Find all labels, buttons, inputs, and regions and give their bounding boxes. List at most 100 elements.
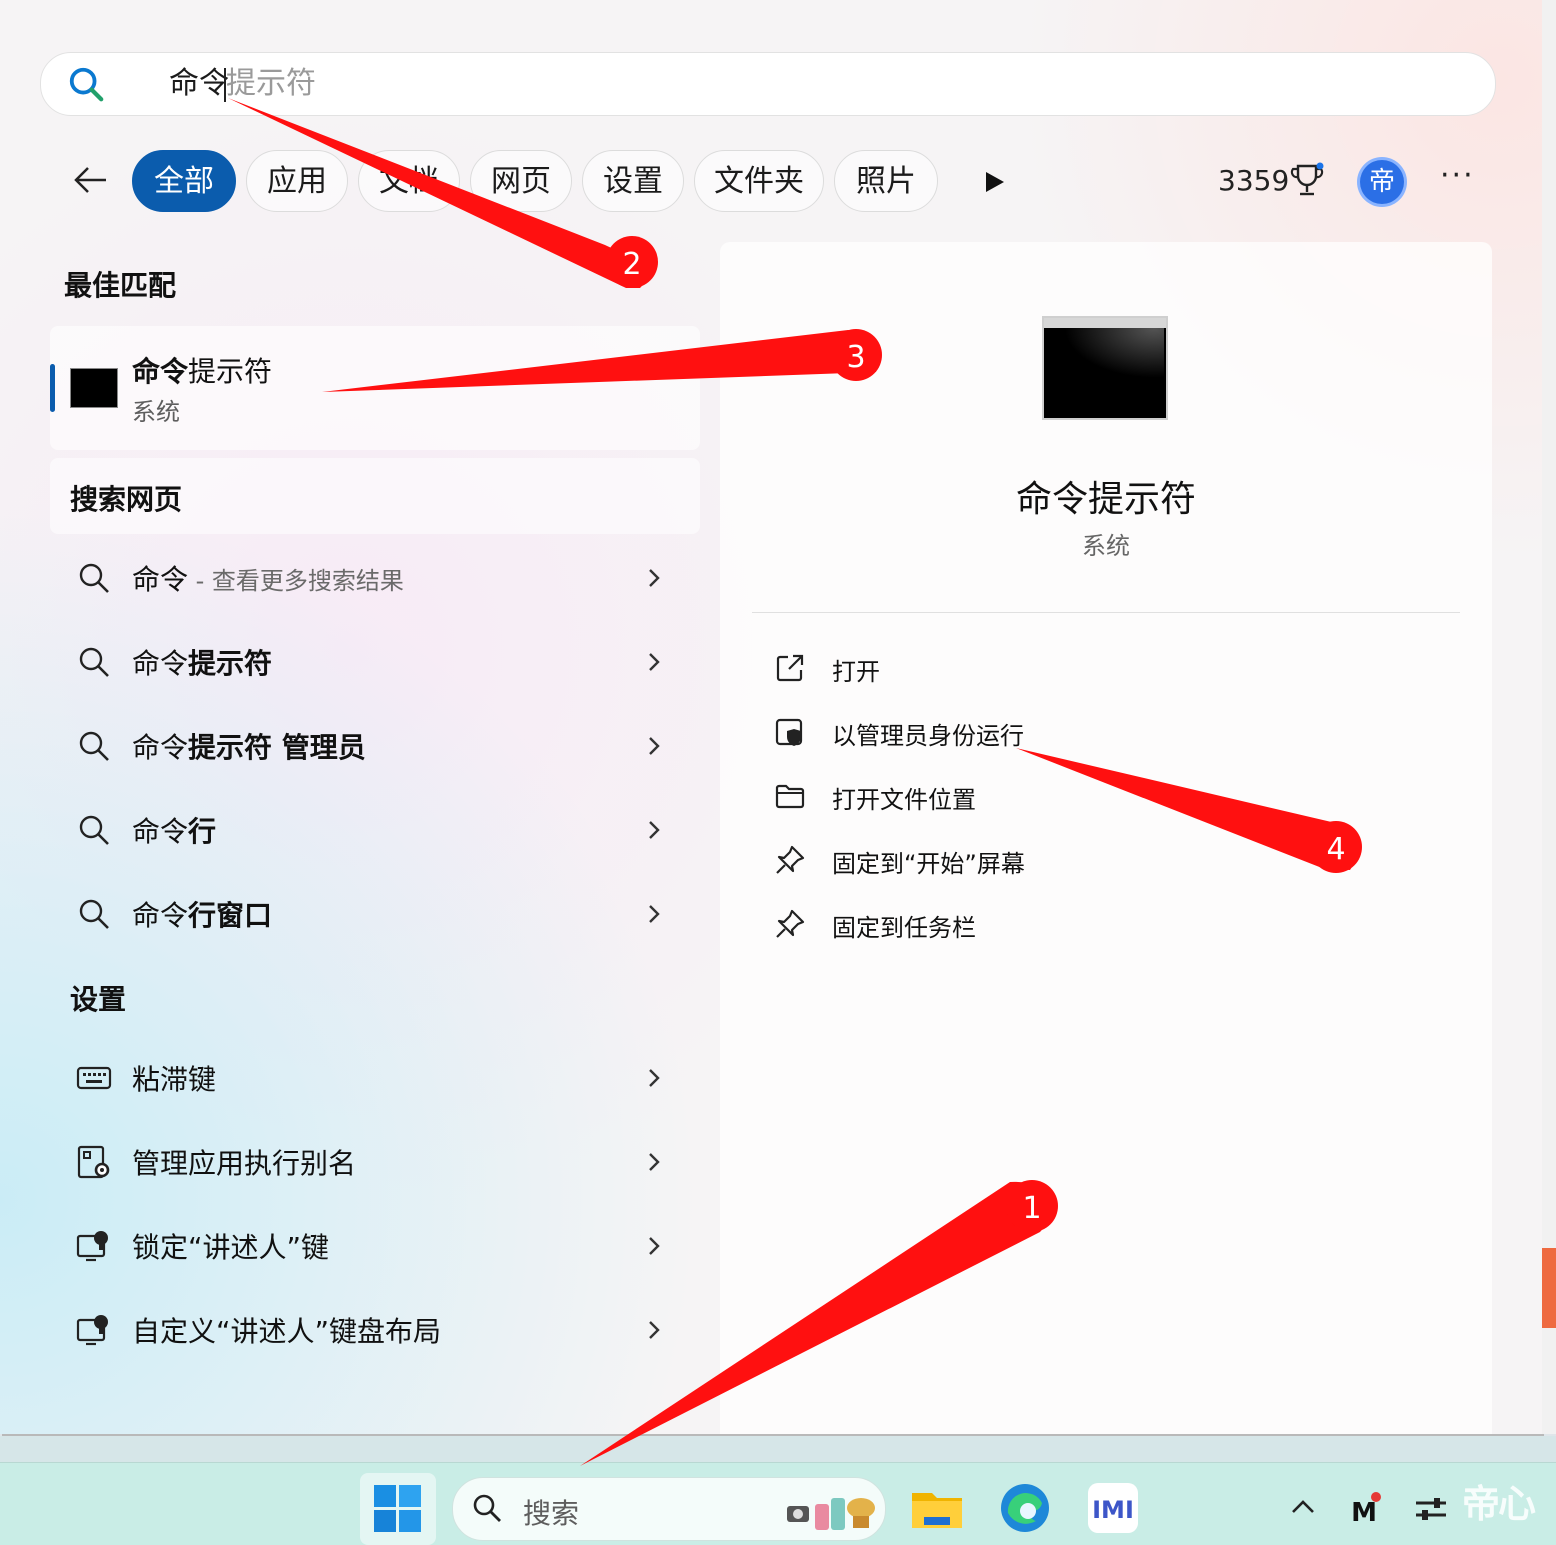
search-icon — [79, 563, 109, 593]
filter-tab-photos[interactable]: 照片 — [834, 150, 938, 212]
search-web-section: 搜索网页 — [50, 458, 700, 534]
action-label: 固定到任务栏 — [832, 914, 976, 942]
chevron-right-icon — [649, 653, 660, 671]
settings-item-label: 自定义“讲述人”键盘布局 — [132, 1315, 442, 1348]
back-arrow-icon[interactable] — [70, 160, 110, 200]
chevron-right-icon — [649, 821, 660, 839]
web-result-label: 命令提示符 管理员 — [132, 731, 366, 764]
settings-item-label: 管理应用执行别名 — [132, 1147, 357, 1180]
web-result-label: 命令提示符 — [132, 647, 273, 680]
windows-logo-icon — [374, 1485, 421, 1532]
best-match-name: 命令提示符 — [132, 355, 273, 388]
settings-item-sticky-keys[interactable]: 粘滞键 — [60, 1036, 700, 1120]
web-result-label: 命令 - 查看更多搜索结果 — [132, 563, 404, 596]
shield-admin-icon — [775, 718, 803, 746]
settings-item-label: 锁定“讲述人”键 — [132, 1231, 330, 1264]
quick-settings-icon[interactable] — [1414, 1495, 1448, 1523]
action-label: 打开 — [832, 658, 880, 686]
settings-section-title: 设置 — [70, 983, 127, 1016]
best-match-item[interactable]: 命令提示符 系统 — [50, 326, 700, 450]
action-pin-to-start[interactable]: 固定到“开始”屏幕 — [774, 838, 1374, 886]
search-icon — [69, 67, 104, 102]
filter-tab-web[interactable]: 网页 — [470, 150, 572, 212]
keyboard-icon — [76, 1066, 112, 1090]
pin-icon — [776, 845, 805, 874]
search-icon — [473, 1494, 501, 1522]
filter-tab-documents[interactable]: 文档 — [358, 150, 460, 212]
cmd-app-icon — [70, 368, 118, 408]
search-web-title: 搜索网页 — [70, 483, 183, 516]
filter-tab-apps[interactable]: 应用 — [246, 150, 348, 212]
chevron-right-icon — [649, 1069, 660, 1087]
chevron-right-icon — [649, 1153, 660, 1171]
file-explorer-icon[interactable] — [910, 1481, 964, 1535]
desktop-strip — [0, 1436, 1556, 1462]
background-accent — [1542, 1248, 1556, 1328]
search-icon — [79, 899, 109, 929]
filter-tab-settings[interactable]: 设置 — [582, 150, 684, 212]
action-label: 打开文件位置 — [832, 786, 976, 814]
narrator-icon — [76, 1231, 108, 1262]
app-settings-icon — [77, 1145, 110, 1179]
filter-tab-all[interactable]: 全部 — [132, 150, 236, 212]
action-pin-to-taskbar[interactable]: 固定到任务栏 — [774, 902, 1374, 950]
action-label: 以管理员身份运行 — [832, 722, 1024, 750]
open-external-icon — [776, 654, 804, 682]
chevron-right-icon — [649, 1321, 660, 1339]
web-result-item[interactable]: 命令提示符 管理员 — [60, 704, 700, 788]
action-run-as-admin[interactable]: 以管理员身份运行 — [774, 710, 1374, 758]
best-match-title: 最佳匹配 — [64, 269, 177, 302]
divider — [752, 612, 1460, 613]
ime-indicator-icon[interactable]: M — [1348, 1491, 1384, 1527]
detail-title: 命令提示符 — [1015, 479, 1196, 520]
pin-icon — [776, 909, 805, 938]
web-result-label: 命令行 — [132, 815, 217, 848]
search-query-text[interactable]: 命令 — [169, 65, 229, 103]
detail-pane: 命令提示符 系统 打开 以管理员身份运行 打开文件位置 固定到“开始”屏幕 固定… — [720, 242, 1492, 1434]
best-match-subtitle: 系统 — [132, 398, 180, 426]
search-highlight-icon — [787, 1498, 875, 1530]
rewards-points[interactable]: 3359 — [1218, 164, 1289, 197]
action-open[interactable]: 打开 — [774, 646, 1374, 694]
search-suggestion-text: 提示符 — [226, 66, 316, 101]
narrator-icon — [76, 1315, 108, 1346]
chevron-up-icon[interactable] — [1290, 1497, 1316, 1515]
web-result-item[interactable]: 命令行 — [60, 788, 700, 872]
settings-item-narrator-layout[interactable]: 自定义“讲述人”键盘布局 — [60, 1288, 700, 1372]
search-panel: 命令 提示符 全部 应用 文档 网页 设置 文件夹 照片 3359 帝 ··· … — [0, 0, 1542, 1434]
more-options-icon[interactable]: ··· — [1440, 158, 1475, 193]
search-box[interactable]: 命令 提示符 — [40, 52, 1496, 116]
start-button[interactable] — [360, 1473, 436, 1545]
avatar[interactable]: 帝 — [1360, 160, 1404, 204]
search-icon — [79, 815, 109, 845]
chevron-right-icon — [649, 569, 660, 587]
svg-text:IMI: IMI — [1092, 1496, 1134, 1524]
action-label: 固定到“开始”屏幕 — [832, 850, 1025, 878]
web-result-item[interactable]: 命令 - 查看更多搜索结果 — [60, 536, 700, 620]
play-more-icon[interactable] — [984, 170, 1006, 194]
cmd-app-icon-large — [1042, 316, 1168, 420]
settings-item-app-aliases[interactable]: 管理应用执行别名 — [60, 1120, 700, 1204]
web-result-item[interactable]: 命令提示符 — [60, 620, 700, 704]
chevron-right-icon — [649, 737, 660, 755]
app-im-icon[interactable]: IMI — [1086, 1481, 1140, 1535]
trophy-icon[interactable] — [1290, 162, 1324, 200]
search-icon — [79, 647, 109, 677]
taskbar-search[interactable]: 搜索 — [452, 1477, 886, 1541]
chevron-right-icon — [649, 905, 660, 923]
chevron-right-icon — [649, 1237, 660, 1255]
action-open-file-location[interactable]: 打开文件位置 — [774, 774, 1374, 822]
detail-subtitle: 系统 — [1082, 532, 1130, 560]
svg-text:M: M — [1351, 1498, 1377, 1527]
settings-item-label: 粘滞键 — [132, 1063, 217, 1096]
taskbar-search-placeholder: 搜索 — [523, 1497, 580, 1530]
settings-item-narrator-lock[interactable]: 锁定“讲述人”键 — [60, 1204, 700, 1288]
web-result-item[interactable]: 命令行窗口 — [60, 872, 700, 956]
watermark-text: 帝心 — [1462, 1482, 1536, 1526]
filter-tab-folders[interactable]: 文件夹 — [694, 150, 824, 212]
folder-icon — [775, 784, 805, 809]
background-window-edge — [1542, 0, 1556, 1434]
search-icon — [79, 731, 109, 761]
edge-browser-icon[interactable] — [998, 1481, 1052, 1535]
selection-indicator — [50, 364, 55, 412]
